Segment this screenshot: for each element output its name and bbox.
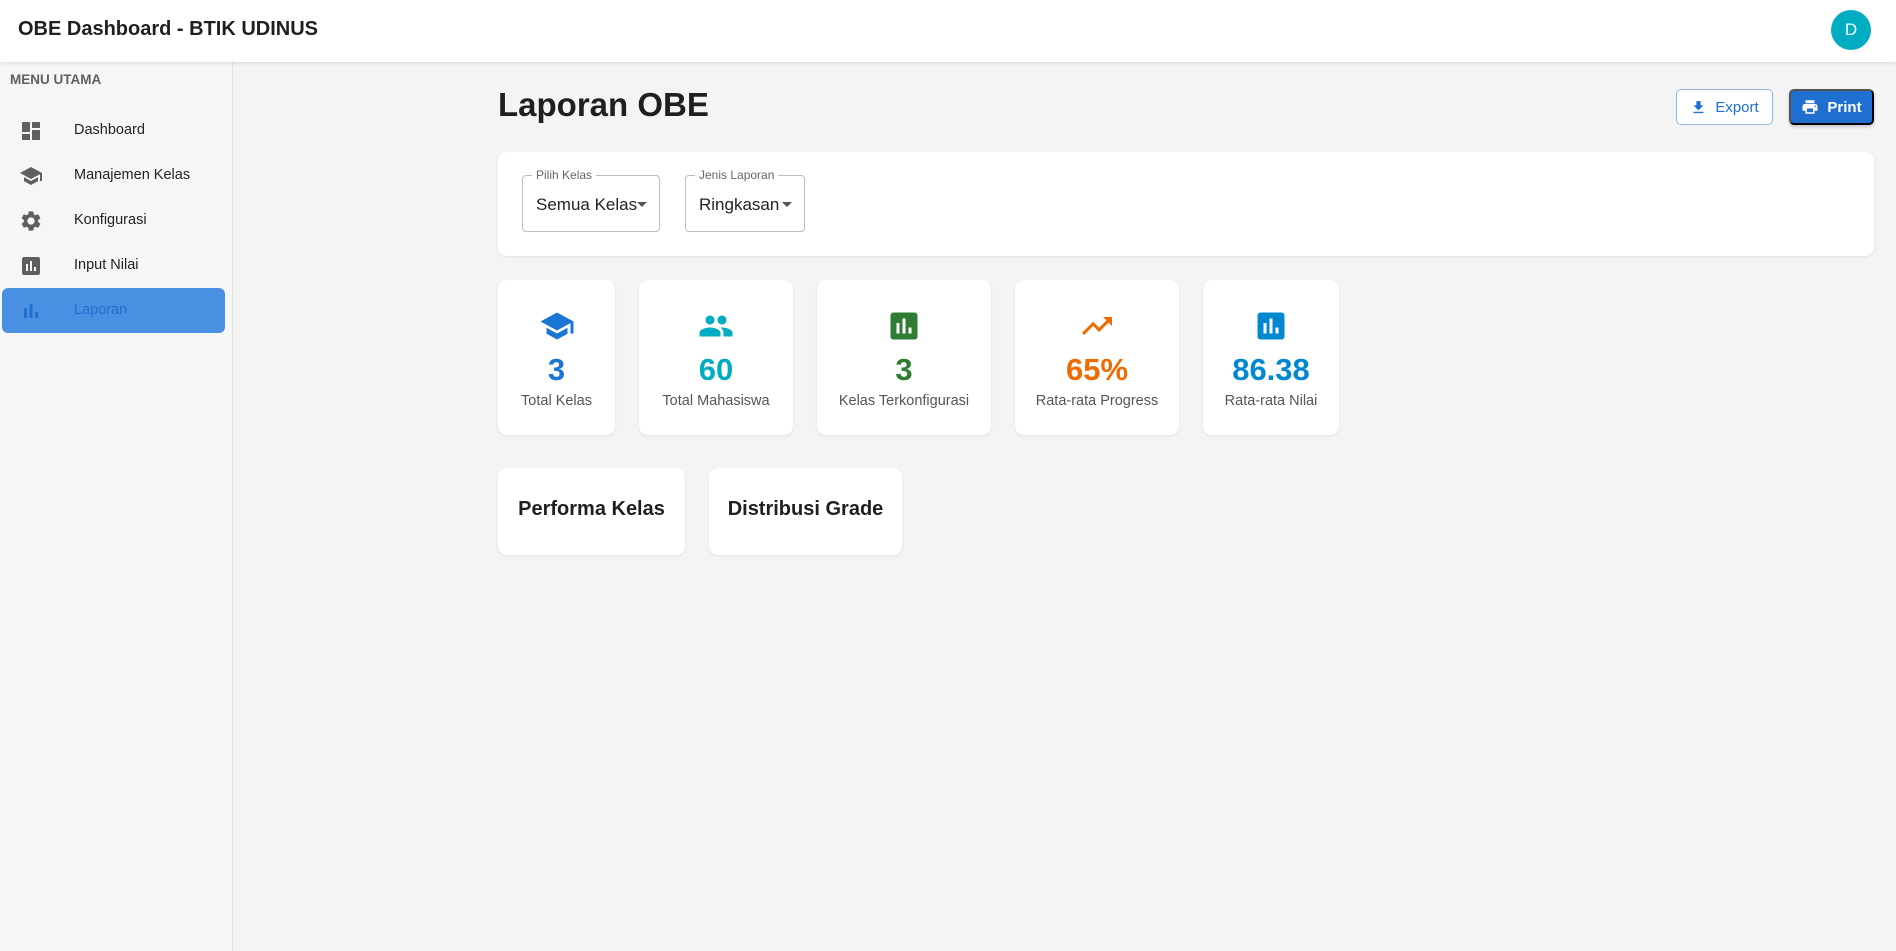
section-title: Performa Kelas: [518, 498, 665, 520]
download-icon: [1693, 100, 1704, 113]
people-icon: [699, 315, 733, 337]
sidebar-item-konfigurasi[interactable]: Konfigurasi: [2, 198, 225, 243]
dashboard-icon: [22, 122, 40, 140]
performa-kelas-card: Performa Kelas: [498, 468, 685, 555]
sidebar-item-input-nilai[interactable]: Input Nilai: [2, 243, 225, 288]
stat-value: 60: [698, 352, 734, 387]
page-title: Laporan OBE: [498, 86, 709, 123]
stat-label: Rata-rata Nilai: [1224, 393, 1318, 409]
bar-chart-box-icon: [22, 257, 40, 275]
sidebar-item-label: Dashboard: [74, 122, 145, 138]
stat-card-rata-rata-progress: 65% Rata-rata Progress: [1015, 280, 1179, 435]
print-button[interactable]: Print: [1789, 89, 1874, 125]
chevron-down-icon: [782, 202, 792, 207]
stat-value: 3: [547, 352, 566, 387]
sidebar: MENU UTAMA Dashboard Manajemen Kelas Kon…: [0, 62, 233, 951]
stat-value: 3: [895, 352, 913, 387]
bar-chart-box-icon: [1257, 312, 1285, 340]
stat-label: Rata-rata Progress: [1035, 393, 1159, 409]
sidebar-item-label: Konfigurasi: [74, 212, 147, 228]
distribusi-grade-card: Distribusi Grade: [709, 468, 902, 555]
stat-label: Total Kelas: [521, 393, 592, 409]
bar-chart-box-icon: [890, 312, 918, 340]
stat-value: 86.38: [1232, 352, 1310, 387]
kelas-select-label: Pilih Kelas: [532, 168, 597, 182]
stat-card-kelas-terkonfigurasi: 3 Kelas Terkonfigurasi: [817, 280, 991, 435]
filter-card: Pilih Kelas Semua Kelas Jenis Laporan Ri…: [498, 152, 1874, 256]
sidebar-item-laporan[interactable]: Laporan: [2, 288, 225, 333]
stat-card-total-mahasiswa: 60 Total Mahasiswa: [639, 280, 793, 435]
stat-card-rata-rata-nilai: 86.38 Rata-rata Nilai: [1203, 280, 1339, 435]
sidebar-item-dashboard[interactable]: Dashboard: [2, 108, 225, 153]
app-title: OBE Dashboard - BTIK UDINUS: [18, 18, 319, 40]
jenis-laporan-select-label: Jenis Laporan: [695, 168, 779, 182]
bar-chart-icon: [24, 304, 38, 318]
sidebar-item-manajemen-kelas[interactable]: Manajemen Kelas: [2, 153, 225, 198]
school-icon: [20, 167, 42, 185]
sidebar-heading: MENU UTAMA: [10, 72, 102, 87]
export-button[interactable]: Export: [1676, 89, 1773, 125]
sidebar-item-label: Input Nilai: [74, 257, 139, 273]
kelas-select-value: Semua Kelas: [536, 195, 638, 214]
stat-label: Kelas Terkonfigurasi: [838, 393, 970, 409]
export-label: Export: [1715, 98, 1759, 116]
kelas-select[interactable]: Pilih Kelas Semua Kelas: [522, 168, 660, 232]
print-label: Print: [1827, 98, 1862, 116]
trending-up-icon: [1082, 317, 1112, 335]
sidebar-item-label: Laporan: [74, 302, 128, 318]
chevron-down-icon: [637, 202, 647, 207]
stat-label: Total Mahasiswa: [662, 393, 770, 409]
gear-icon: [21, 211, 41, 231]
section-title: Distribusi Grade: [727, 498, 884, 520]
user-avatar[interactable]: D: [1831, 10, 1871, 50]
printer-icon: [1802, 100, 1818, 114]
stat-value: 65%: [1065, 352, 1129, 387]
stat-card-total-kelas: 3 Total Kelas: [498, 280, 615, 435]
jenis-laporan-select[interactable]: Jenis Laporan Ringkasan: [685, 168, 805, 232]
app-bar: OBE Dashboard - BTIK UDINUS D: [0, 0, 1896, 62]
sidebar-item-label: Manajemen Kelas: [74, 167, 191, 183]
jenis-laporan-select-value: Ringkasan: [699, 195, 780, 214]
school-icon: [540, 312, 573, 340]
